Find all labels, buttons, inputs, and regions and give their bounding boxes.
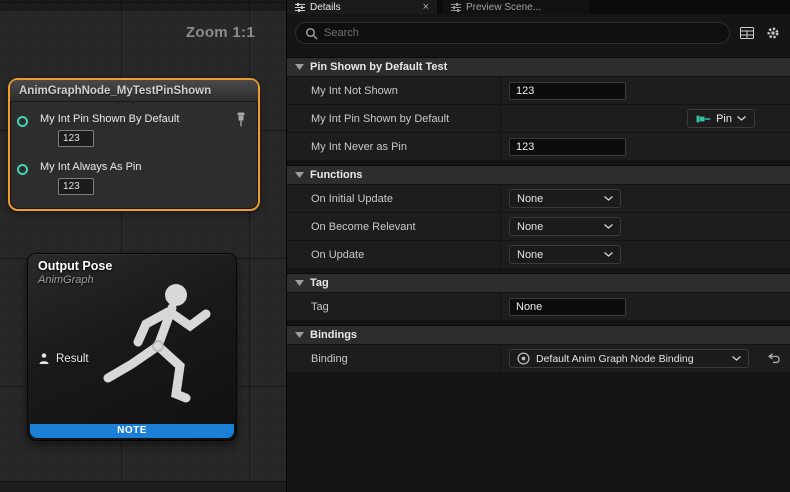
tab-details[interactable]: Details × [287,0,437,14]
function-dropdown[interactable]: None [509,189,621,208]
tab-label: Preview Scene... [466,2,541,13]
undo-arrow-icon [768,353,782,364]
chevron-down-icon [737,116,746,121]
details-tab-icon [295,3,305,12]
tab-label: Details [310,2,341,13]
chevron-down-icon [295,172,304,178]
settings-button[interactable] [764,24,782,42]
search-input[interactable] [324,27,720,39]
chevron-down-icon [295,280,304,286]
property-label: On Update [287,241,501,268]
dropdown-value: Default Anim Graph Node Binding [536,353,694,365]
property-row: Tag [287,292,790,320]
tag-input[interactable] [509,298,626,316]
reset-to-default-button[interactable] [768,353,782,364]
property-label: Binding [287,345,501,372]
section-bindings: Bindings Binding Default Anim Graph Node… [287,325,790,372]
unreal-anim-blueprint-editor: Zoom 1:1 AnimGraphNode_MyTestPinShown My… [0,0,790,492]
section-functions: Functions On Initial Update None On Beco… [287,165,790,268]
property-label: Tag [287,293,501,320]
close-icon[interactable]: × [423,2,429,13]
section-header[interactable]: Tag [287,273,790,292]
node-title: Output Pose [38,259,236,273]
anim-graph-node-mytestpinshown[interactable]: AnimGraphNode_MyTestPinShown My Int Pin … [8,78,260,211]
property-label: My Int Not Shown [287,77,501,104]
property-label: My Int Never as Pin [287,133,501,160]
section-title: Bindings [310,329,357,341]
section-pin-shown-by-default-test: Pin Shown by Default Test My Int Not Sho… [287,57,790,160]
node-note-bar: NOTE [30,424,234,438]
property-row: On Become Relevant None [287,212,790,240]
zoom-level-label: Zoom 1:1 [186,24,255,41]
property-label: On Become Relevant [287,213,501,240]
anim-graph-canvas[interactable]: Zoom 1:1 AnimGraphNode_MyTestPinShown My… [0,0,287,492]
graph-top-strip [0,0,286,11]
details-toolbar [287,14,790,52]
property-row: Binding Default Anim Graph Node Binding [287,344,790,372]
function-dropdown[interactable]: None [509,217,621,236]
dropdown-value: None [517,249,543,261]
chevron-down-icon [604,196,613,201]
result-pin-label: Result [56,353,89,365]
binding-dropdown[interactable]: Default Anim Graph Node Binding [509,349,749,368]
int-value-input[interactable] [509,138,626,156]
mannequin-preview-image [82,276,234,434]
dropdown-value: None [517,193,543,205]
chevron-down-icon [604,252,613,257]
section-title: Functions [310,169,363,181]
gear-icon [766,26,780,40]
section-header[interactable]: Functions [287,165,790,184]
search-icon [305,27,318,40]
int-value-input[interactable] [509,82,626,100]
chevron-down-icon [295,64,304,70]
property-label: My Int Pin Shown by Default [287,105,501,132]
property-row: On Initial Update None [287,184,790,212]
node-subtitle: AnimGraph [38,274,236,286]
tab-preview-scene[interactable]: Preview Scene... [443,0,589,14]
graph-bottom-strip [0,481,286,492]
pin-dropdown-button[interactable]: Pin [687,109,755,128]
preview-scene-tab-icon [451,3,461,12]
int-pin-shown-by-default[interactable] [17,116,28,127]
node-header[interactable]: AnimGraphNode_MyTestPinShown [10,80,258,102]
section-tag: Tag Tag [287,273,790,320]
function-dropdown[interactable]: None [509,245,621,264]
property-row: My Int Pin Shown by Default Pin [287,104,790,132]
binding-icon [517,352,530,365]
property-label: On Initial Update [287,185,501,212]
chevron-down-icon [732,356,741,361]
property-row: On Update None [287,240,790,268]
panel-tab-bar: Details × Preview Scene... [287,0,790,14]
pin-default-value-input[interactable] [58,178,94,195]
section-title: Pin Shown by Default Test [310,61,447,73]
pin-icon [696,114,711,124]
person-figure-icon [38,353,50,365]
pin-label: My Int Pin Shown By Default [40,113,179,125]
property-row: My Int Not Shown [287,76,790,104]
section-header[interactable]: Pin Shown by Default Test [287,57,790,76]
property-row: My Int Never as Pin [287,132,790,160]
table-grid-icon [740,27,754,39]
chevron-down-icon [604,224,613,229]
view-options-button[interactable] [738,24,756,42]
pin-default-value-input[interactable] [58,130,94,147]
result-pose-pin[interactable]: Result [38,353,89,365]
int-pin-always-as-pin[interactable] [17,164,28,175]
output-pose-node[interactable]: Output Pose AnimGraph [27,253,237,441]
pin-button-label: Pin [716,113,732,125]
chevron-down-icon [295,332,304,338]
section-header[interactable]: Bindings [287,325,790,344]
dropdown-value: None [517,221,543,233]
details-panel: Details × Preview Scene... [287,0,790,492]
pin-icon[interactable] [236,112,246,127]
pin-label: My Int Always As Pin [40,161,141,173]
search-box[interactable] [295,22,730,44]
section-title: Tag [310,277,329,289]
node-title: AnimGraphNode_MyTestPinShown [19,85,211,97]
